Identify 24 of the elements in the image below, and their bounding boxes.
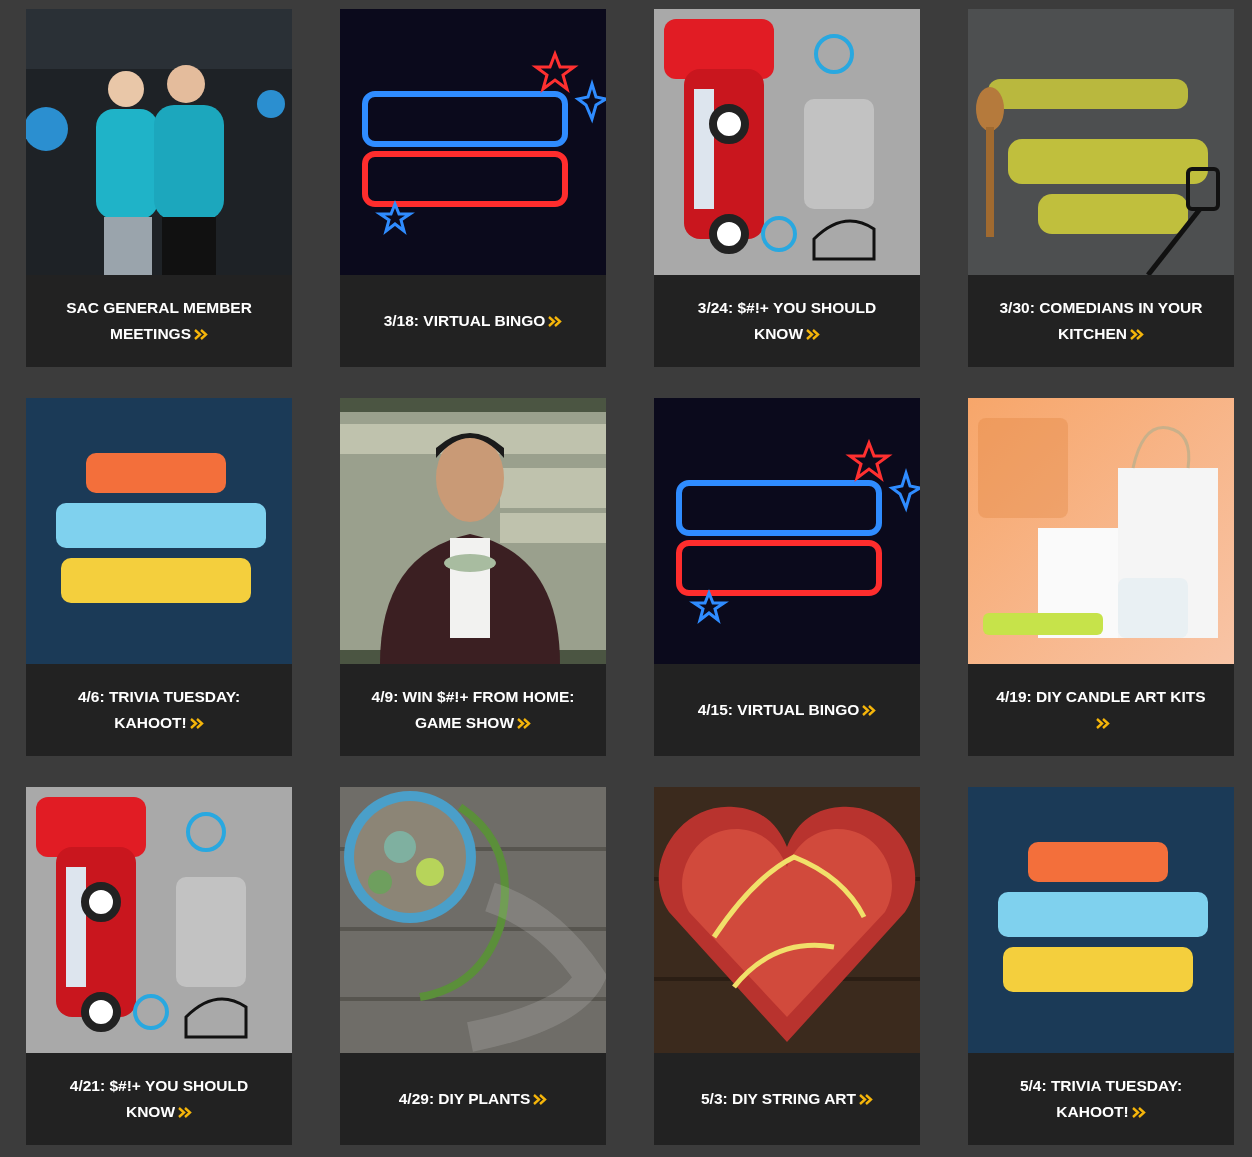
chevron-icon: [806, 329, 821, 340]
chevron-icon: [862, 705, 877, 716]
chevron-icon: [1129, 329, 1144, 340]
chevron-icon: [193, 329, 208, 340]
event-link[interactable]: 4/9: WIN $#!+ FROM HOME: GAME SHOW: [366, 684, 580, 736]
chevron-icon: [548, 316, 563, 327]
event-link[interactable]: 4/15: VIRTUAL BINGO: [697, 697, 877, 723]
event-link[interactable]: 5/4: TRIVIA TUESDAY: KAHOOT!: [994, 1073, 1208, 1125]
event-link[interactable]: 4/29: DIY PLANTS: [398, 1086, 548, 1112]
event-link[interactable]: 3/18: VIRTUAL BINGO: [383, 308, 563, 334]
event-link[interactable]: 4/6: TRIVIA TUESDAY: KAHOOT!: [52, 684, 266, 736]
event-link[interactable]: 4/21: $#!+ YOU SHOULD KNOW: [52, 1073, 266, 1125]
event-link[interactable]: 5/3: DIY STRING ART: [701, 1086, 873, 1112]
chevron-icon: [517, 718, 531, 729]
event-link[interactable]: 3/24: $#!+ YOU SHOULD KNOW: [680, 295, 894, 347]
event-link[interactable]: 4/19: DIY CANDLE ART KITS: [994, 684, 1208, 736]
chevron-icon: [533, 1094, 548, 1105]
chevron-icon: [859, 1094, 873, 1105]
chevron-icon: [178, 1107, 193, 1118]
chevron-icon: [1095, 718, 1110, 729]
event-link[interactable]: SAC GENERAL MEMBER MEETINGS: [52, 295, 266, 347]
chevron-icon: [189, 718, 204, 729]
event-link[interactable]: 3/30: COMEDIANS IN YOUR KITCHEN: [994, 295, 1208, 347]
chevron-icon: [1131, 1107, 1146, 1118]
